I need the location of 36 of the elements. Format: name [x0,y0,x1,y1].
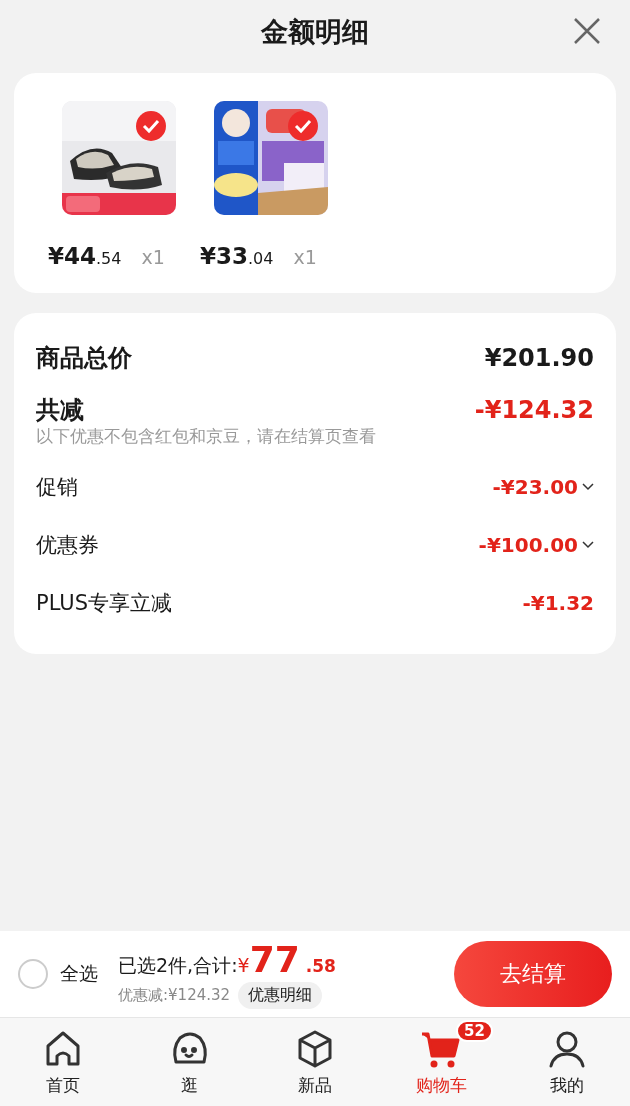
currency-sign: ¥ [237,954,250,976]
tab[interactable]: 购物车 52 [378,1018,504,1106]
total-amount: 77 [249,939,300,980]
amount-dropdown[interactable]: -¥23.00 [492,475,594,499]
details-button[interactable]: 优惠明细 [238,982,323,1009]
tab[interactable]: 我的 [504,1018,630,1106]
close-icon[interactable] [572,16,602,46]
row-amount: -¥1.32 [522,591,594,615]
chevron-down-icon [582,483,594,491]
chevron-down-icon [582,541,594,549]
reduction-note: 以下优惠不包含红包和京豆，请在结算页查看 [36,425,377,448]
summary-label: 已选2件,合计: [118,953,238,978]
select-all-label: 全选 [60,961,98,986]
row-label: 促销 [36,474,78,501]
quantity: x1 [293,246,317,268]
product-price: ¥33.04 [200,243,274,269]
tab[interactable]: 新品 [252,1018,378,1106]
discount-text: 优惠减:¥124.32 [118,986,231,1005]
row-amount: -¥124.32 [474,396,594,424]
row-label: 优惠券 [36,532,99,559]
check-icon[interactable] [136,111,166,141]
tab[interactable]: 首页 [0,1018,126,1106]
quantity: x1 [141,246,165,268]
amount-dropdown[interactable]: -¥100.00 [478,533,594,557]
row-amount: ¥201.90 [484,344,594,372]
total-cents: .58 [305,956,336,976]
checkout-button[interactable]: 去结算 [454,941,612,1007]
select-all-checkbox[interactable] [18,959,48,989]
window-title: 金额明细 [261,15,369,49]
product-price: ¥44.54 [48,243,122,269]
count-badge: 52 [456,1020,493,1042]
row-label: PLUS专享立减 [36,590,173,617]
check-icon[interactable] [288,111,318,141]
row-label: 共减 [36,395,84,426]
tab[interactable]: 逛 [126,1018,252,1106]
row-label: 商品总价 [36,343,132,374]
